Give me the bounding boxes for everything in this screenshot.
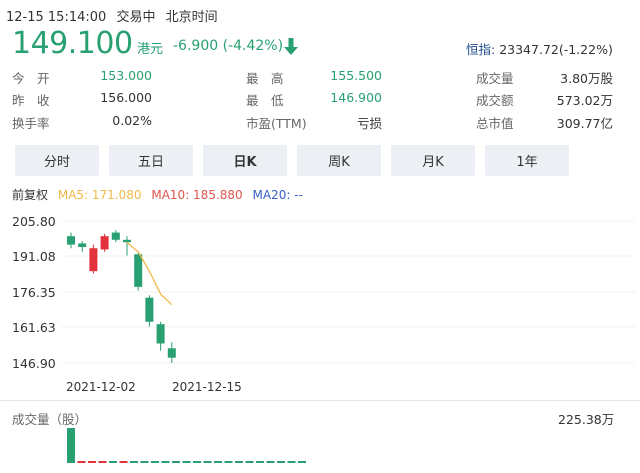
candle-body [111, 232, 120, 240]
volume-bar [193, 461, 201, 463]
candle-body [89, 248, 98, 272]
volume-bar [224, 461, 233, 463]
volume-bar [119, 461, 128, 463]
candle-body [123, 239, 131, 243]
volume-bar [161, 461, 170, 463]
volume-bar [88, 461, 96, 463]
volume-label: 成交量（股） [12, 412, 88, 427]
volume-bar [277, 461, 285, 463]
volume-bar [98, 461, 107, 463]
candle-body [134, 254, 143, 287]
candle-body [67, 236, 75, 245]
volume-bar [256, 461, 264, 463]
candle-body [78, 243, 87, 248]
candle-body [156, 324, 165, 344]
volume-max: 225.38万 [558, 412, 615, 427]
candlestick-chart[interactable] [0, 0, 640, 473]
volume-bar [266, 461, 275, 463]
volume-bar [140, 461, 149, 463]
candle-body [100, 236, 109, 250]
candle-body [145, 297, 154, 322]
volume-bar [109, 461, 117, 463]
volume-bar [298, 461, 306, 463]
candle-body [167, 348, 176, 358]
volume-bar [287, 461, 296, 463]
volume-bar [203, 461, 212, 463]
volume-bar [67, 428, 75, 463]
divider [0, 400, 640, 401]
x-label-start: 2021-12-02 [66, 380, 136, 394]
x-label-end: 2021-12-15 [172, 380, 242, 394]
volume-bar [235, 461, 243, 463]
volume-bar [130, 461, 138, 463]
volume-bar [151, 461, 159, 463]
volume-bar [182, 461, 191, 463]
volume-bar [214, 461, 222, 463]
volume-bar [245, 461, 254, 463]
volume-bar [77, 461, 86, 463]
volume-bar [172, 461, 180, 463]
